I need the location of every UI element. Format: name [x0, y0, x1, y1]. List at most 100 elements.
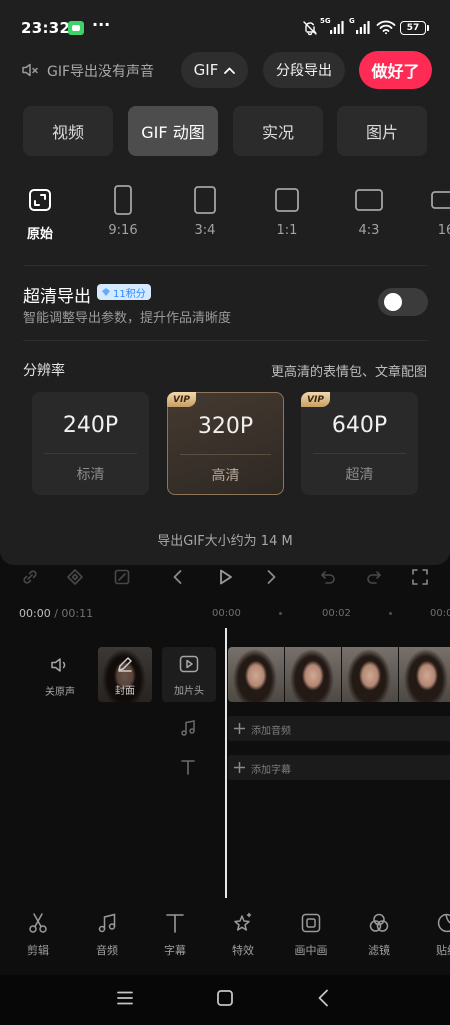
tab-gif[interactable]: GIF 动图: [128, 106, 218, 156]
resolution-quality-label: 标清: [76, 467, 105, 483]
ratio-option-9-16[interactable]: 9:16: [93, 178, 153, 248]
playhead[interactable]: [225, 628, 227, 898]
sticker-icon: [417, 912, 450, 934]
ruler-tick: [279, 612, 282, 615]
resolution-value: 240P: [62, 413, 119, 438]
resolution-value: 640P: [331, 413, 388, 438]
resolution-option-640p[interactable]: VIP 640P 超清: [301, 392, 418, 495]
segment-export-button[interactable]: 分段导出: [263, 52, 345, 88]
ratio-option-3-4[interactable]: 3:4: [175, 178, 235, 248]
network-type-label-2: G: [349, 17, 355, 25]
play-icon[interactable]: [215, 567, 235, 587]
tab-live-photo[interactable]: 实况: [233, 106, 323, 156]
ratio-label: 1:1: [276, 223, 298, 238]
mute-original-audio-button[interactable]: 关原声: [35, 652, 85, 702]
plus-icon: [234, 762, 245, 773]
section-divider: [23, 340, 427, 341]
toolbar-label: 音频: [96, 944, 118, 957]
add-subtitle-track[interactable]: 添加字幕: [228, 755, 450, 780]
menu-icon[interactable]: [117, 991, 133, 1005]
hd-export-description: 智能调整导出参数，提升作品清晰度: [23, 311, 232, 326]
more-notifications-indicator: ···: [92, 15, 111, 34]
ratio-label: 3:4: [194, 223, 216, 238]
toolbar-label: 贴纸: [436, 944, 450, 957]
chevron-up-icon: [224, 67, 236, 74]
gif-no-audio-notice: GIF导出没有声音: [47, 64, 155, 80]
done-button[interactable]: 做好了: [359, 51, 432, 89]
toolbar-label: 字幕: [164, 944, 186, 957]
resolution-quality-label: 超清: [345, 467, 374, 483]
ratio-option-original[interactable]: 原始: [10, 178, 70, 248]
bottom-toolbar: 剪辑 音频 字幕 特效 画中画 滤镜 贴纸: [0, 905, 450, 967]
add-audio-track[interactable]: 添加音频: [228, 716, 450, 741]
keyframe-diamond-icon[interactable]: [65, 567, 85, 587]
ratio-option-1-1[interactable]: 1:1: [257, 178, 317, 248]
vip-badge: VIP: [301, 392, 330, 407]
toolbar-item-picture-in-picture[interactable]: 画中画: [281, 905, 341, 967]
ratio-4-3-icon: [339, 184, 399, 216]
toolbar-item-edit[interactable]: 剪辑: [8, 905, 68, 967]
ruler-tick: [389, 612, 392, 615]
tab-video[interactable]: 视频: [23, 106, 113, 156]
toolbar-label: 剪辑: [27, 944, 49, 957]
toolbar-item-effects[interactable]: 特效: [213, 905, 273, 967]
card-divider: [44, 453, 137, 454]
toolbar-item-sticker[interactable]: 贴纸: [417, 905, 450, 967]
cover-button[interactable]: 封面: [98, 647, 152, 702]
resolution-option-320p[interactable]: VIP 320P 高清: [167, 392, 284, 495]
format-dropdown-button[interactable]: GIF: [181, 52, 248, 88]
wifi-icon: [376, 20, 396, 35]
add-subtitle-label: 添加字幕: [251, 765, 291, 776]
ratio-label: 9:16: [108, 223, 138, 238]
music-track-icon: [179, 719, 197, 737]
undo-icon[interactable]: [318, 567, 338, 587]
add-intro-button[interactable]: 加片头: [162, 647, 216, 702]
plus-icon: [234, 723, 245, 734]
crop-icon[interactable]: [112, 567, 132, 587]
ratio-option-16-9[interactable]: 16: [416, 178, 450, 248]
resolution-option-240p[interactable]: 240P 标清: [32, 392, 149, 495]
app-notification-icon: [68, 21, 84, 35]
toggle-knob: [384, 293, 402, 311]
toolbar-item-filter[interactable]: 滤镜: [349, 905, 409, 967]
picture-in-picture-icon: [281, 912, 341, 934]
resolution-value: 320P: [197, 414, 254, 439]
fullscreen-icon[interactable]: [410, 567, 430, 587]
card-divider: [180, 454, 271, 455]
scissors-icon: [8, 912, 68, 934]
music-note-icon: [77, 912, 137, 934]
resolution-hint: 更高清的表情包、文章配图: [270, 365, 427, 380]
toolbar-label: 画中画: [294, 944, 328, 957]
resolution-quality-label: 高清: [211, 468, 240, 484]
link-icon[interactable]: [20, 567, 40, 587]
ratio-label: 4:3: [358, 223, 380, 238]
ratio-option-4-3[interactable]: 4:3: [339, 178, 399, 248]
toolbar-item-subtitle[interactable]: 字幕: [145, 905, 205, 967]
mute-original-label: 关原声: [45, 687, 75, 698]
home-icon[interactable]: [217, 990, 233, 1006]
video-clip-strip[interactable]: [228, 647, 450, 702]
ruler-label: 00:00: [212, 608, 241, 619]
hd-export-toggle[interactable]: [378, 288, 428, 316]
system-navigation-bar: [0, 975, 450, 1025]
mute-bell-icon: [302, 20, 318, 36]
redo-icon[interactable]: [364, 567, 384, 587]
ratio-label: 16: [437, 223, 450, 238]
points-badge: 11积分: [97, 284, 151, 300]
back-icon[interactable]: [317, 989, 329, 1007]
toolbar-item-audio[interactable]: 音频: [77, 905, 137, 967]
previous-icon[interactable]: [168, 567, 188, 587]
battery-nub: [427, 25, 429, 31]
tab-image[interactable]: 图片: [337, 106, 427, 156]
aspect-ratio-selector: 原始 9:16 3:4 1:1 4:3 1: [0, 178, 450, 248]
points-badge-label: 11积分: [113, 288, 146, 300]
frame-thumbnail: [342, 647, 399, 702]
ratio-16-9-icon: [416, 184, 450, 216]
format-dropdown-label: GIF: [193, 61, 219, 79]
ratio-label: 原始: [26, 227, 53, 242]
next-icon[interactable]: [261, 567, 281, 587]
speaker-icon: [50, 656, 70, 674]
add-intro-label: 加片头: [174, 686, 204, 697]
battery-indicator: 57: [400, 21, 426, 35]
card-divider: [313, 453, 406, 454]
